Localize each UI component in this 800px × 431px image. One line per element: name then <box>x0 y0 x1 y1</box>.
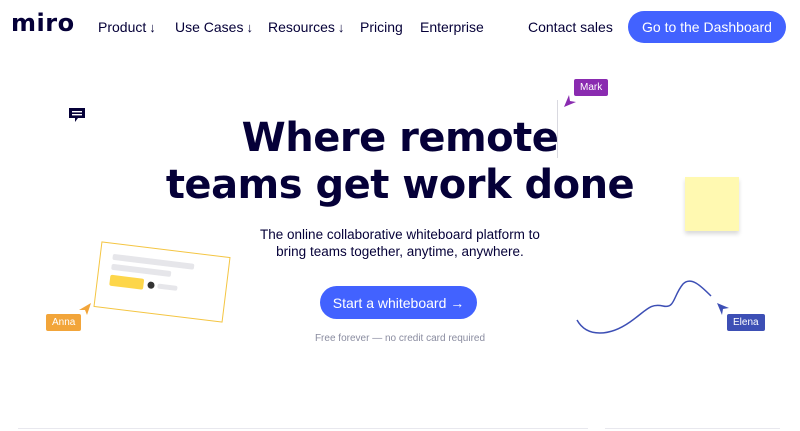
card-highlight <box>109 274 145 290</box>
chevron-down-icon: ↓ <box>337 20 345 35</box>
nav-pricing[interactable]: Pricing <box>360 19 403 35</box>
section-divider <box>605 428 780 429</box>
chevron-down-icon: ↓ <box>246 20 253 35</box>
chevron-down-icon: ↓ <box>149 20 156 35</box>
hero-title: Where remote teams get work done <box>100 115 700 209</box>
hero-subtitle: The online collaborative whiteboard plat… <box>200 226 600 260</box>
top-navigation: miro Product ↓ Use Cases ↓ Resources ↓ Pric… <box>0 0 800 54</box>
section-divider <box>18 428 588 429</box>
cursor-mark-icon <box>564 95 576 107</box>
nav-use-cases[interactable]: Use Cases ↓ <box>175 19 253 35</box>
drawn-squiggle <box>576 280 712 334</box>
contact-sales-link[interactable]: Contact sales <box>528 19 613 35</box>
avatar-dot <box>147 281 155 290</box>
nav-enterprise[interactable]: Enterprise <box>420 19 484 35</box>
hero-title-line-1: Where remote <box>241 115 559 161</box>
nav-enterprise-label: Enterprise <box>420 19 484 35</box>
nav-product[interactable]: Product ↓ <box>98 19 156 35</box>
hero-title-line-2: teams get work done <box>165 162 635 208</box>
chat-bubble-icon <box>69 108 85 122</box>
hero-subtitle-line-2: bring teams together, anytime, anywhere. <box>276 244 524 259</box>
nav-use-cases-label: Use Cases <box>175 19 244 35</box>
start-whiteboard-button[interactable]: Start a whiteboard → <box>320 286 477 319</box>
collaborator-tag-elena: Elena <box>727 314 765 331</box>
miro-logo[interactable]: miro <box>11 9 75 37</box>
collaborator-tag-mark: Mark <box>574 79 609 96</box>
go-to-dashboard-button[interactable]: Go to the Dashboard <box>628 11 786 43</box>
nav-product-label: Product <box>98 19 147 35</box>
nav-resources-label: Resources <box>268 19 335 35</box>
hero-subtitle-line-1: The online collaborative whiteboard plat… <box>260 227 540 242</box>
nav-resources[interactable]: Resources ↓ <box>268 19 344 35</box>
nav-pricing-label: Pricing <box>360 19 403 35</box>
collaborator-tag-anna: Anna <box>46 314 82 331</box>
free-forever-note: Free forever — no credit card required <box>314 333 486 344</box>
card-text-line <box>157 283 178 291</box>
